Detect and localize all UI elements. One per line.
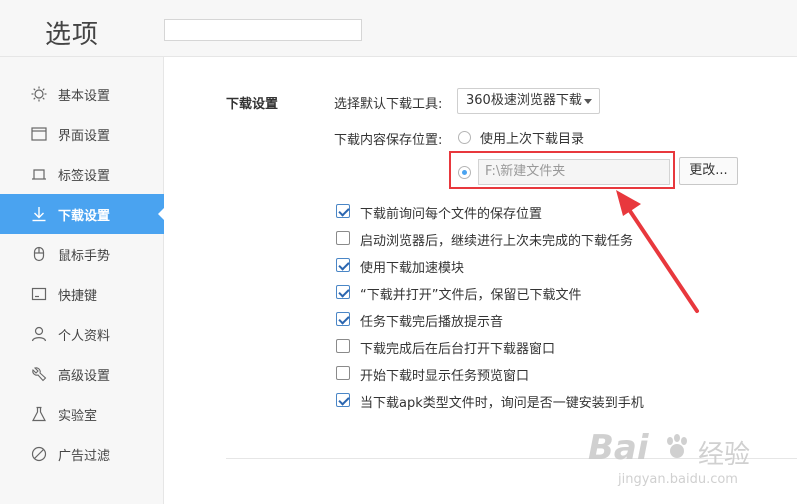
watermark-brand: Bai: [588, 428, 649, 468]
watermark-url: jingyan.baidu.com: [618, 472, 738, 487]
paw-icon: [662, 432, 692, 466]
watermark: Bai 经验 jingyan.baidu.com: [588, 428, 788, 498]
watermark-brand2: 经验: [698, 440, 751, 470]
